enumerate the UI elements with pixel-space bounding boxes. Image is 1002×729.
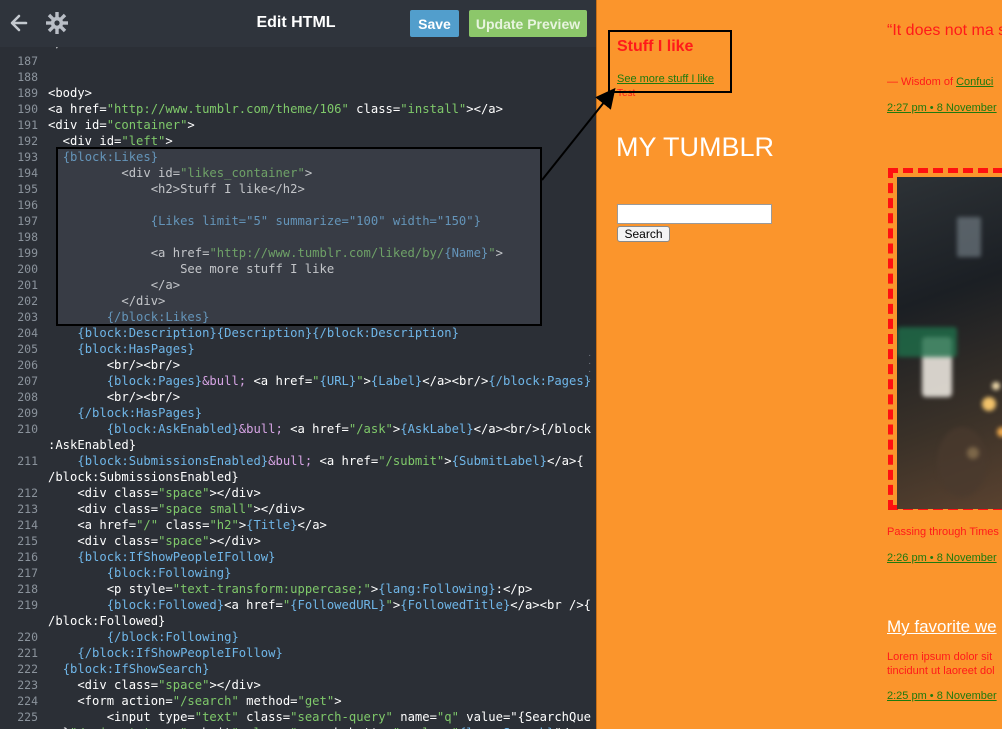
- line-number: 199: [17, 246, 38, 260]
- line-number: 195: [17, 182, 38, 196]
- code-line[interactable]: {block:Pages}&bull; <a href="{URL}">{Lab…: [48, 373, 591, 389]
- html-editor-panel: </head>187188189<body>190<a href="http:/…: [0, 0, 596, 729]
- line-number: 190: [17, 102, 38, 116]
- line-number: 197: [17, 214, 38, 228]
- save-button[interactable]: Save: [410, 10, 459, 37]
- code-line[interactable]: <div class="space"></div>: [48, 533, 260, 549]
- code-line[interactable]: {block:HasPages}: [48, 341, 194, 357]
- line-number: 211: [17, 454, 38, 468]
- highlight-box-likes-preview: [608, 30, 732, 93]
- editor-title: Edit HTML: [256, 14, 336, 31]
- update-preview-button[interactable]: Update Preview: [469, 10, 587, 37]
- code-line[interactable]: :AskEnabled}: [48, 437, 136, 453]
- code-line[interactable]: <a href="/" class="h2">{Title}</a>: [48, 517, 327, 533]
- code-line[interactable]: <div class="space small"></div>: [48, 501, 304, 517]
- code-line[interactable]: <a href="http://www.tumblr.com/theme/106…: [48, 101, 503, 117]
- line-number: 219: [17, 598, 38, 612]
- code-line[interactable]: {block:IfShowSearch}: [48, 661, 210, 677]
- post-date-link[interactable]: 2:25 pm • 8 November: [887, 690, 997, 702]
- code-line[interactable]: {block:AskEnabled}&bull; <a href="/ask">…: [48, 421, 591, 437]
- photo-post-frame: [888, 168, 1002, 510]
- line-number: 191: [17, 118, 38, 132]
- code-line[interactable]: ry}"/><input type="submit" class="search…: [48, 725, 576, 729]
- line-number: 216: [17, 550, 38, 564]
- text-post-body: Lorem ipsum dolor sit tincidunt ut laore…: [887, 650, 1002, 678]
- quote-source-prefix: — Wisdom of: [887, 76, 957, 88]
- code-line[interactable]: <input type="text" class="search-query" …: [48, 709, 591, 725]
- line-number: 213: [17, 502, 38, 516]
- line-number: 201: [17, 278, 38, 292]
- line-number: 217: [17, 566, 38, 580]
- code-line[interactable]: <div class="space"></div>: [48, 677, 260, 693]
- gear-icon[interactable]: [42, 8, 72, 38]
- editor-toolbar: Edit HTML Save Update Preview: [0, 0, 596, 47]
- code-line[interactable]: {/block:Following}: [48, 629, 239, 645]
- code-line[interactable]: {block:SubmissionsEnabled}&bull; <a href…: [48, 453, 583, 469]
- code-line[interactable]: {/block:HasPages}: [48, 405, 202, 421]
- line-number: 202: [17, 294, 38, 308]
- text-post-line: tincidunt ut laoreet dol: [887, 665, 995, 677]
- quote-source-link[interactable]: Confuci: [956, 76, 993, 88]
- line-number: 220: [17, 630, 38, 644]
- code-line[interactable]: {block:Description}{Description}{/block:…: [48, 325, 459, 341]
- line-number: 205: [17, 342, 38, 356]
- text-post-line: Lorem ipsum dolor sit: [887, 651, 993, 663]
- line-number: 208: [17, 390, 38, 404]
- highlight-box-likes-block: [56, 147, 542, 326]
- search-input[interactable]: [617, 204, 772, 224]
- line-number: 214: [17, 518, 38, 532]
- quote-post-text: “It does not ma stop.”: [887, 22, 1002, 39]
- line-number: 198: [17, 230, 38, 244]
- code-line[interactable]: <form action="/search" method="get">: [48, 693, 341, 709]
- code-line[interactable]: <div id="container">: [48, 117, 195, 133]
- line-number: 224: [17, 694, 38, 708]
- code-line[interactable]: <br/><br/>: [48, 389, 180, 405]
- line-number: 206: [17, 358, 38, 372]
- line-number: 193: [17, 150, 38, 164]
- scroll-handle[interactable]: · · · ·: [588, 351, 592, 385]
- line-number: 203: [17, 310, 38, 324]
- code-line[interactable]: {block:IfShowPeopleIFollow}: [48, 549, 275, 565]
- code-line[interactable]: <br/><br/>: [48, 357, 180, 373]
- code-line[interactable]: /block:SubmissionsEnabled}: [48, 469, 239, 485]
- line-number: 210: [17, 422, 38, 436]
- code-line[interactable]: <body>: [48, 85, 92, 101]
- line-number: 192: [17, 134, 38, 148]
- code-line[interactable]: {block:Following}: [48, 565, 232, 581]
- code-line[interactable]: /block:Followed}: [48, 613, 165, 629]
- line-number: 194: [17, 166, 38, 180]
- line-number: 225: [17, 710, 38, 724]
- code-line[interactable]: {/block:IfShowPeopleIFollow}: [48, 645, 282, 661]
- photo-caption: Passing through Times: [887, 526, 999, 538]
- post-date-link[interactable]: 2:26 pm • 8 November: [887, 552, 997, 564]
- code-line[interactable]: <div class="space"></div>: [48, 485, 260, 501]
- photo-post-image[interactable]: [897, 177, 1002, 509]
- line-number: 221: [17, 646, 38, 660]
- line-number: 207: [17, 374, 38, 388]
- line-number: 223: [17, 678, 38, 692]
- theme-preview-panel: Stuff I like See more stuff I like Test …: [596, 0, 1002, 729]
- text-post-title-link[interactable]: My favorite we: [887, 617, 997, 637]
- line-number: 196: [17, 198, 38, 212]
- line-number: 222: [17, 662, 38, 676]
- line-number: 204: [17, 326, 38, 340]
- arrow-left-icon[interactable]: [4, 8, 34, 38]
- line-number: 187: [17, 54, 38, 68]
- blog-title-link[interactable]: MY TUMBLR: [616, 132, 774, 163]
- code-line[interactable]: <p style="text-transform:uppercase;">{la…: [48, 581, 533, 597]
- quote-source: — Wisdom of Confuci: [887, 76, 993, 88]
- post-date-link[interactable]: 2:27 pm • 8 November: [887, 102, 997, 114]
- code-line[interactable]: {block:Followed}<a href="{FollowedURL}">…: [48, 597, 591, 613]
- line-number: 200: [17, 262, 38, 276]
- line-number: 209: [17, 406, 38, 420]
- line-number: 218: [17, 582, 38, 596]
- line-number: 189: [17, 86, 38, 100]
- line-number: 212: [17, 486, 38, 500]
- line-number: 188: [17, 70, 38, 84]
- search-button[interactable]: Search: [617, 226, 670, 242]
- line-number: 215: [17, 534, 38, 548]
